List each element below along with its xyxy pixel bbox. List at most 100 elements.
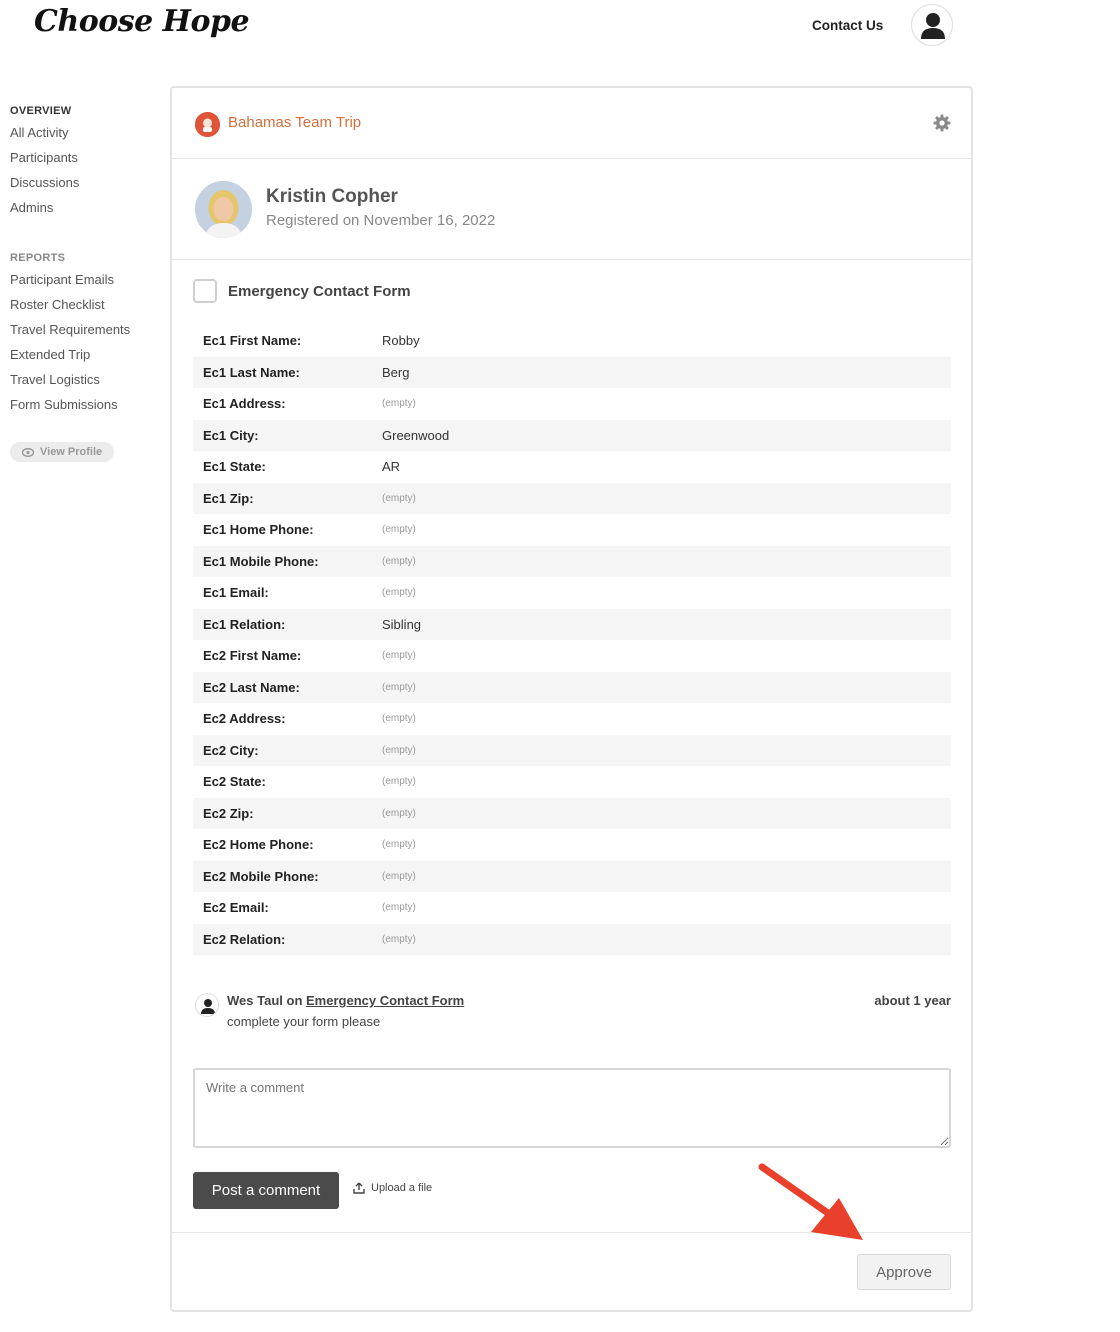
view-profile-label: View Profile: [40, 446, 103, 458]
field-value: (empty): [382, 492, 416, 504]
comment-item: Wes Taul on Emergency Contact Form about…: [193, 993, 951, 1033]
sidebar: OVERVIEW All Activity Participants Discu…: [10, 96, 160, 462]
field-value: (empty): [382, 398, 416, 410]
eye-icon: [22, 447, 34, 457]
comment-input[interactable]: [193, 1068, 951, 1148]
field-label: Ec1 City:: [203, 427, 259, 443]
field-label: Ec2 First Name:: [203, 648, 302, 664]
form-field-row: Ec2 State: (empty): [193, 766, 951, 798]
choose-hope-logo[interactable]: Choose Hope: [34, 4, 250, 39]
trip-logo-icon: [195, 112, 220, 137]
field-value: (empty): [382, 524, 416, 536]
form-field-row: Ec2 Zip: (empty): [193, 797, 951, 829]
field-label: Ec1 First Name:: [203, 333, 302, 349]
contact-us-link[interactable]: Contact Us: [812, 18, 883, 33]
field-value: (empty): [382, 555, 416, 567]
red-arrow-annotation: [758, 1163, 863, 1240]
field-label: Ec1 Relation:: [203, 616, 286, 632]
field-label: Ec2 Zip:: [203, 805, 254, 821]
form-title: Emergency Contact Form: [228, 282, 411, 300]
field-value: (empty): [382, 839, 416, 851]
gear-icon[interactable]: [933, 114, 951, 132]
reports-heading: REPORTS: [10, 252, 66, 264]
form-field-row: Ec1 Mobile Phone: (empty): [193, 545, 951, 577]
field-label: Ec2 Relation:: [203, 931, 286, 947]
sidebar-item-participant-emails[interactable]: Participant Emails: [10, 270, 160, 295]
sidebar-item-all-activity[interactable]: All Activity: [10, 123, 160, 148]
sidebar-item-admins[interactable]: Admins: [10, 198, 160, 223]
field-label: Ec1 Address:: [203, 396, 286, 412]
field-value: (empty): [382, 713, 416, 725]
sidebar-item-travel-logistics[interactable]: Travel Logistics: [10, 370, 160, 395]
post-comment-button[interactable]: Post a comment: [193, 1172, 339, 1209]
comment-on-word: on: [286, 993, 303, 1008]
approve-button[interactable]: Approve: [857, 1254, 951, 1290]
form-field-row: Ec2 Relation: (empty): [193, 923, 951, 955]
upload-label: Upload a file: [371, 1182, 433, 1194]
field-label: Ec1 Last Name:: [203, 364, 300, 380]
field-value: (empty): [382, 933, 416, 945]
field-value: Greenwood: [382, 427, 450, 443]
sidebar-item-participants[interactable]: Participants: [10, 148, 160, 173]
sidebar-item-roster-checklist[interactable]: Roster Checklist: [10, 295, 160, 320]
form-field-row: Ec2 First Name: (empty): [193, 640, 951, 672]
field-label: Ec1 Mobile Phone:: [203, 553, 319, 569]
form-submission-card: Bahamas Team Trip Kristin Copher Registe…: [170, 86, 973, 1312]
sidebar-item-extended-trip[interactable]: Extended Trip: [10, 345, 160, 370]
field-label: Ec2 State:: [203, 774, 266, 790]
field-value: Berg: [382, 364, 410, 380]
form-field-row: Ec1 Zip: (empty): [193, 482, 951, 514]
form-field-row: Ec2 Email: (empty): [193, 892, 951, 924]
comment-form-link[interactable]: Emergency Contact Form: [306, 993, 464, 1008]
form-field-row: Ec1 Home Phone: (empty): [193, 514, 951, 546]
form-field-row: Ec2 Last Name: (empty): [193, 671, 951, 703]
trip-title[interactable]: Bahamas Team Trip: [228, 114, 361, 131]
field-label: Ec2 Last Name:: [203, 679, 300, 695]
field-value: (empty): [382, 744, 416, 756]
field-label: Ec2 City:: [203, 742, 259, 758]
view-profile-button[interactable]: View Profile: [10, 442, 115, 462]
comment-body: complete your form please: [227, 1014, 381, 1029]
participant-avatar: [195, 181, 252, 238]
participant-name: Kristin Copher: [266, 186, 398, 207]
field-value: (empty): [382, 807, 416, 819]
form-field-row: Ec1 Last Name: Berg: [193, 356, 951, 388]
form-field-row: Ec1 Email: (empty): [193, 577, 951, 609]
field-value: Sibling: [382, 616, 422, 632]
form-field-row: Ec1 Relation: Sibling: [193, 608, 951, 640]
comment-author: Wes Taul: [227, 993, 283, 1008]
upload-icon: [353, 1182, 365, 1194]
form-field-row: Ec1 State: AR: [193, 451, 951, 483]
field-label: Ec1 Zip:: [203, 490, 254, 506]
form-fields-table: Ec1 First Name: Robby Ec1 Last Name: Berg Ec…: [193, 325, 951, 955]
registered-date: Registered on November 16, 2022: [266, 212, 496, 229]
upload-file-button[interactable]: Upload a file: [353, 1182, 432, 1194]
trip-header: Bahamas Team Trip: [172, 88, 971, 159]
field-label: Ec1 Home Phone:: [203, 522, 314, 538]
overview-heading: OVERVIEW: [10, 105, 72, 117]
field-label: Ec2 Mobile Phone:: [203, 868, 319, 884]
form-header: Emergency Contact Form: [193, 279, 411, 303]
form-field-row: Ec2 Mobile Phone: (empty): [193, 860, 951, 892]
form-field-row: Ec2 Address: (empty): [193, 703, 951, 735]
user-avatar-icon[interactable]: [911, 4, 953, 46]
sidebar-item-travel-requirements[interactable]: Travel Requirements: [10, 320, 160, 345]
field-value: (empty): [382, 776, 416, 788]
participant-header: Kristin Copher Registered on November 16…: [172, 159, 971, 260]
form-field-row: Ec1 City: Greenwood: [193, 419, 951, 451]
field-label: Ec1 State:: [203, 459, 266, 475]
sidebar-item-discussions[interactable]: Discussions: [10, 173, 160, 198]
field-value: (empty): [382, 681, 416, 693]
field-value: (empty): [382, 902, 416, 914]
form-complete-checkbox[interactable]: [193, 279, 217, 303]
sidebar-item-form-submissions[interactable]: Form Submissions: [10, 395, 160, 420]
form-field-row: Ec1 First Name: Robby: [193, 325, 951, 357]
field-value: AR: [382, 459, 401, 475]
field-value: Robby: [382, 333, 420, 349]
form-field-row: Ec2 Home Phone: (empty): [193, 829, 951, 861]
field-label: Ec1 Email:: [203, 585, 269, 601]
field-label: Ec2 Email:: [203, 900, 269, 916]
commenter-avatar-icon: [195, 993, 219, 1017]
form-field-row: Ec1 Address: (empty): [193, 388, 951, 420]
field-value: (empty): [382, 870, 416, 882]
